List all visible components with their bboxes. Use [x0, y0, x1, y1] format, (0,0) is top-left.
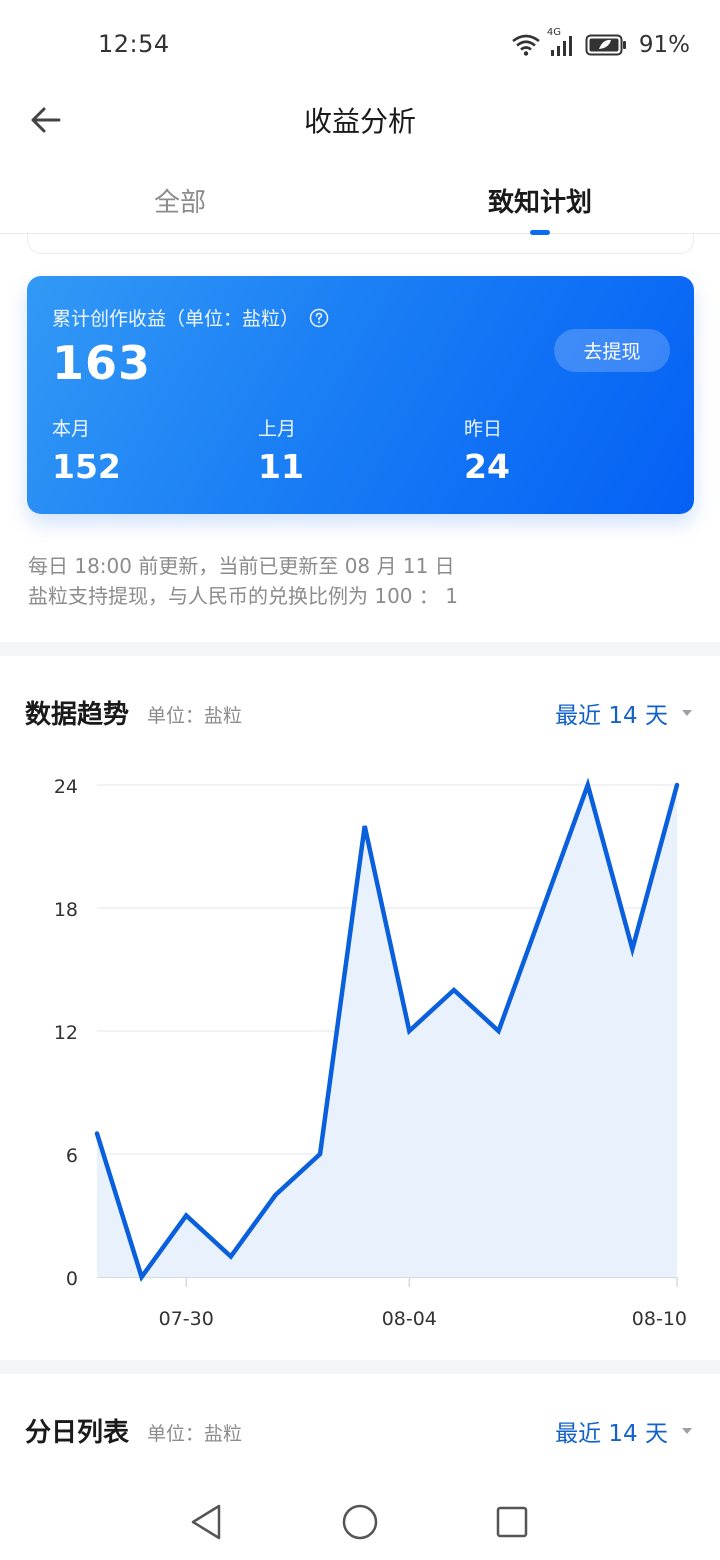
cellular-signal-icon: 4G [547, 27, 577, 57]
section-divider [0, 1360, 720, 1374]
chevron-down-icon [682, 1428, 692, 1434]
y-tick-label: 24 [54, 776, 78, 798]
triangle-back-icon [191, 1504, 221, 1540]
tab-bar: 全部 致知计划 [0, 170, 720, 235]
stat-this-month: 本月 152 [52, 414, 121, 486]
stat-label: 昨日 [464, 418, 503, 440]
battery-icon [585, 33, 627, 57]
exchange-note: 盐粒支持提现，与人民币的兑换比例为 100 ： 1 [28, 584, 458, 608]
circle-home-icon [342, 1504, 378, 1540]
update-note: 每日 18:00 前更新，当前已更新至 08 月 11 日 [28, 554, 455, 578]
tab-all[interactable]: 全部 [0, 182, 360, 219]
daily-title: 分日列表 [25, 1418, 130, 1448]
daily-section-header: 分日列表 单位：盐粒 最近 14 天 [0, 1404, 720, 1454]
x-tick-label: 07-30 [159, 1308, 214, 1330]
stat-value: 24 [464, 447, 510, 486]
status-time: 12:54 [98, 30, 170, 58]
y-tick-label: 6 [66, 1145, 78, 1167]
y-tick-label: 18 [54, 899, 78, 921]
status-bar: 12:54 4G 91% [0, 0, 720, 90]
help-circle-icon[interactable] [309, 308, 329, 328]
x-tick-label: 08-10 [632, 1308, 687, 1330]
daily-range-select[interactable]: 最近 14 天 [555, 1414, 692, 1448]
page-title: 收益分析 [303, 105, 416, 138]
square-recents-icon [496, 1506, 528, 1538]
battery-percentage: 91% [638, 32, 690, 58]
earnings-label-row: 累计创作收益（单位：盐粒） [52, 304, 329, 331]
status-icons: 4G 91% [511, 27, 690, 60]
stat-label: 上月 [258, 418, 297, 440]
chevron-down-icon [682, 710, 692, 716]
tab-zhizhi-plan[interactable]: 致知计划 [360, 182, 720, 219]
title-bar: 收益分析 [0, 90, 720, 150]
y-tick-label: 12 [54, 1022, 78, 1044]
trend-range-select[interactable]: 最近 14 天 [555, 696, 692, 730]
earnings-total: 163 [52, 336, 152, 390]
collapsed-card-edge [27, 232, 694, 254]
network-type: 4G [546, 27, 561, 38]
trend-unit: 单位：盐粒 [147, 705, 243, 727]
system-nav-bar [0, 1480, 720, 1560]
trend-title: 数据趋势 [25, 700, 130, 730]
wifi-icon [511, 33, 541, 57]
trend-chart-svg: 0 6 12 18 24 07-30 08-04 08-10 [54, 776, 687, 1330]
stat-last-month: 上月 11 [258, 414, 304, 486]
daily-unit: 单位：盐粒 [147, 1423, 243, 1445]
section-divider [0, 642, 720, 656]
withdraw-button[interactable]: 去提现 [554, 329, 670, 372]
y-tick-label: 0 [66, 1268, 78, 1290]
daily-range-label: 最近 14 天 [555, 1421, 668, 1447]
trend-range-label: 最近 14 天 [555, 703, 668, 729]
stat-value: 11 [258, 447, 304, 486]
x-tick-label: 08-04 [382, 1308, 437, 1330]
stat-value: 152 [52, 447, 121, 486]
trend-chart: 0 6 12 18 24 07-30 08-04 08-10 [0, 760, 720, 1340]
nav-recents-button[interactable] [490, 1500, 534, 1544]
stat-yesterday: 昨日 24 [464, 414, 510, 486]
nav-home-button[interactable] [338, 1500, 382, 1544]
nav-back-button[interactable] [184, 1500, 228, 1544]
stat-label: 本月 [52, 418, 91, 440]
trend-section-header: 数据趋势 单位：盐粒 最近 14 天 [0, 686, 720, 736]
earnings-label: 累计创作收益（单位：盐粒） [52, 308, 300, 330]
earnings-card: 累计创作收益（单位：盐粒） 163 去提现 本月 152 上月 11 昨日 24 [27, 276, 694, 514]
